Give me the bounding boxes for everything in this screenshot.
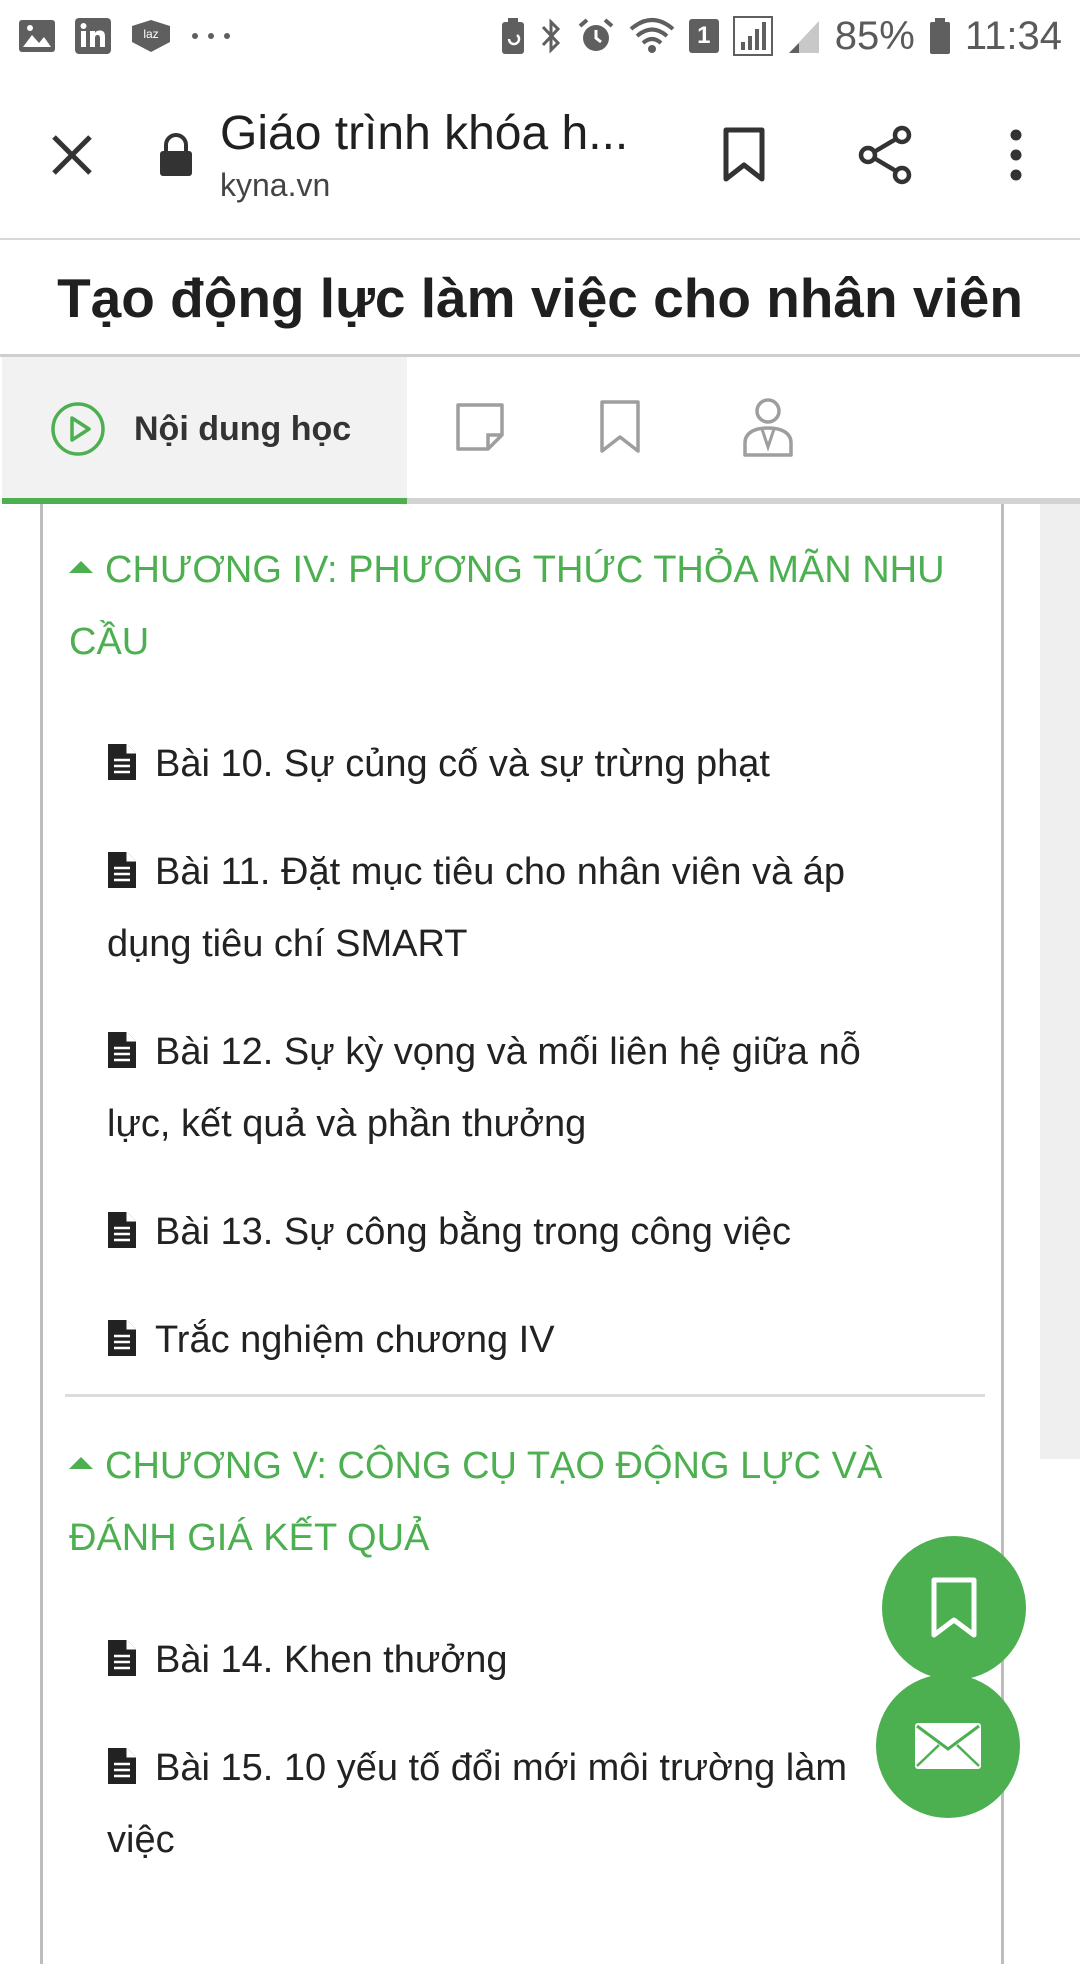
chapter-title: CHƯƠNG IV: PHƯƠNG THỨC THỎA MÃN NHU [105,549,945,591]
tab-content[interactable]: Nội dung học [2,357,407,501]
share-button[interactable] [846,115,926,195]
bookmark-fab[interactable] [882,1536,1026,1680]
caret-up-icon [69,560,93,573]
chapter-title-cont: CẦU [69,621,150,663]
battery-percent: 85% [834,13,915,58]
browser-toolbar: Giáo trình khóa h... kyna.vn [0,72,1080,240]
lesson-item[interactable]: Trắc nghiệm chương IV [107,1304,927,1376]
lesson-item[interactable]: Bài 10. Sự củng cố và sự trừng phạt [107,728,927,800]
close-icon [52,135,92,175]
page-info[interactable]: Giáo trình khóa h... kyna.vn [220,106,640,204]
more-dots-icon [190,31,232,41]
tab-content-label: Nội dung học [134,409,352,448]
battery-saver-icon [501,17,525,55]
bookmark-icon [723,127,765,182]
gallery-icon [18,19,56,53]
document-icon [108,1211,136,1248]
lesson-title: Bài 12. Sự kỳ vọng và mối liên hệ giữa n… [155,1031,861,1073]
chapter-title-cont: ĐÁNH GIÁ KẾT QUẢ [69,1517,430,1559]
lesson-title: Bài 10. Sự củng cố và sự trừng phạt [155,743,770,785]
more-vert-icon [1010,129,1022,181]
chapter-header[interactable]: CHƯƠNG V: CÔNG CỤ TẠO ĐỘNG LỰC VÀ ĐÁNH G… [69,1430,989,1574]
lesson-list-panel: CHƯƠNG IV: PHƯƠNG THỨC THỎA MÃN NHU CẦU … [40,504,1004,1964]
lesson-item[interactable]: Bài 11. Đặt mục tiêu cho nhân viên và áp… [107,836,927,980]
clock: 11:34 [964,13,1062,58]
lazada-icon: laz [130,18,172,54]
scrollbar-track[interactable] [1040,504,1080,1459]
document-icon [108,1639,136,1676]
signal2-icon [787,17,821,55]
close-button[interactable] [36,119,108,191]
status-bar: laz 1 85% 11:34 [0,0,1080,72]
teacher-icon [743,398,793,457]
tab-teacher[interactable] [738,397,798,457]
lesson-title-cont: việc [107,1819,175,1861]
alarm-icon [577,17,615,55]
linkedin-icon [74,17,112,55]
document-icon [108,1747,136,1784]
bookmark-outline-icon [600,400,640,453]
chapter-divider [65,1394,985,1397]
document-icon [108,743,136,780]
lesson-item[interactable]: Bài 12. Sự kỳ vọng và mối liên hệ giữa n… [107,1016,927,1160]
lesson-title: Trắc nghiệm chương IV [155,1319,555,1361]
tab-title: Giáo trình khóa h... [220,107,629,160]
chapter-title: CHƯƠNG V: CÔNG CỤ TẠO ĐỘNG LỰC VÀ [105,1445,883,1487]
share-icon [858,125,912,185]
sim-icon: 1 [688,19,719,53]
lesson-title: Bài 15. 10 yếu tố đổi mới môi trường làm [155,1747,848,1789]
lesson-item[interactable]: Bài 15. 10 yếu tố đổi mới môi trường làm… [107,1732,927,1876]
mail-icon [915,1723,981,1769]
lesson-item[interactable]: Bài 13. Sự công bằng trong công việc [107,1196,927,1268]
lesson-title: Bài 11. Đặt mục tiêu cho nhân viên và áp [155,851,846,893]
bluetooth-icon [539,17,563,55]
overflow-menu-button[interactable] [976,115,1056,195]
caret-up-icon [69,1456,93,1469]
lesson-title-cont: dụng tiêu chí SMART [107,923,468,965]
course-title: Tạo động lực làm việc cho nhân viên [57,267,1023,329]
tab-notes[interactable] [450,397,510,457]
document-icon [108,1319,136,1356]
bookmark-button[interactable] [704,115,784,195]
note-icon [456,403,504,451]
course-tabs: Nội dung học [0,354,1080,504]
tab-bookmarks[interactable] [590,397,650,457]
lock-icon[interactable] [152,125,200,185]
play-circle-icon [50,401,106,457]
document-icon [108,1031,136,1068]
bookmark-icon [931,1577,977,1638]
svg-text:laz: laz [143,27,158,41]
lesson-item[interactable]: Bài 14. Khen thưởng [107,1624,927,1696]
status-bar-right: 1 85% 11:34 [501,14,1062,59]
battery-icon [929,17,951,55]
chapter-header[interactable]: CHƯƠNG IV: PHƯƠNG THỨC THỎA MÃN NHU CẦU [69,534,989,678]
lesson-title: Bài 13. Sự công bằng trong công việc [155,1211,791,1253]
signal-icon [732,16,773,56]
document-icon [108,851,136,888]
status-bar-left: laz [18,17,232,55]
url-text: kyna.vn [220,167,331,203]
lesson-title-cont: lực, kết quả và phần thưởng [107,1103,587,1145]
lesson-title: Bài 14. Khen thưởng [155,1639,508,1681]
message-fab[interactable] [876,1674,1020,1818]
wifi-icon [629,17,675,55]
